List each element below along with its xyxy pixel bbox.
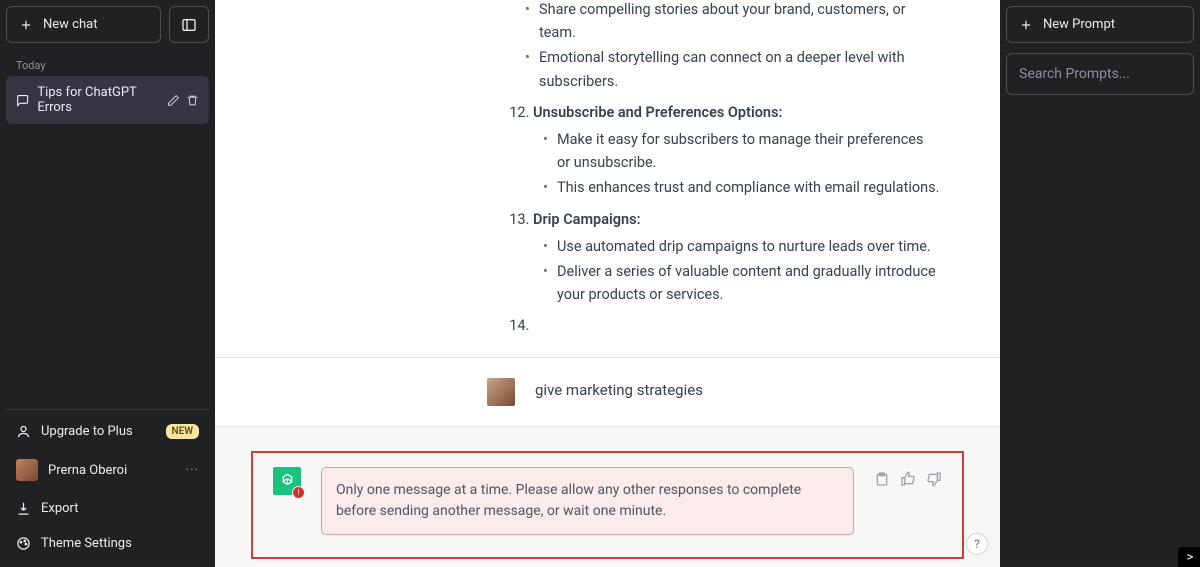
list-item bbox=[533, 314, 940, 337]
list-item-title: Unsubscribe and Preferences Options: bbox=[533, 104, 782, 121]
upgrade-button[interactable]: Upgrade to Plus NEW bbox=[6, 414, 209, 449]
list-bullet: Make it easy for subscribers to manage t… bbox=[547, 128, 940, 174]
user-message-text: give marketing strategies bbox=[535, 378, 703, 406]
right-sidebar: New Prompt > bbox=[1000, 0, 1200, 567]
theme-button[interactable]: Theme Settings bbox=[6, 526, 209, 561]
upgrade-label: Upgrade to Plus bbox=[41, 424, 133, 439]
left-sidebar: New chat Today Tips for ChatGPT Errors U… bbox=[0, 0, 215, 567]
collapse-sidebar-button[interactable] bbox=[169, 6, 209, 43]
list-bullet: This enhances trust and compliance with … bbox=[547, 176, 940, 199]
main-panel: Share compelling stories about your bran… bbox=[215, 0, 1000, 567]
section-today: Today bbox=[6, 51, 209, 76]
assistant-avatar: ! bbox=[273, 467, 301, 495]
plus-icon bbox=[19, 18, 33, 32]
more-icon[interactable]: ··· bbox=[186, 463, 199, 478]
user-menu[interactable]: Prerna Oberoi ··· bbox=[6, 449, 209, 491]
user-icon bbox=[16, 424, 31, 439]
download-icon bbox=[16, 501, 31, 516]
theme-label: Theme Settings bbox=[41, 536, 132, 551]
help-button[interactable]: ? bbox=[966, 533, 988, 555]
list-item-title: Drip Campaigns: bbox=[533, 211, 641, 228]
new-prompt-label: New Prompt bbox=[1043, 17, 1115, 32]
assistant-message: Share compelling stories about your bran… bbox=[215, 0, 1000, 357]
palette-icon bbox=[16, 536, 31, 551]
list-bullet: Share compelling stories about your bran… bbox=[529, 0, 940, 44]
trash-icon[interactable] bbox=[186, 94, 199, 107]
new-chat-button[interactable]: New chat bbox=[6, 6, 161, 43]
export-button[interactable]: Export bbox=[6, 491, 209, 526]
chat-item-label: Tips for ChatGPT Errors bbox=[37, 85, 159, 115]
list-item: Drip Campaigns: Use automated drip campai… bbox=[533, 208, 940, 307]
panel-icon bbox=[181, 17, 197, 33]
list-bullet: Emotional storytelling can connect on a … bbox=[529, 46, 940, 92]
thumbs-down-icon[interactable] bbox=[926, 471, 942, 487]
list-bullet: Use automated drip campaigns to nurture … bbox=[547, 235, 940, 258]
chat-item[interactable]: Tips for ChatGPT Errors bbox=[6, 76, 209, 124]
error-highlight: ! Only one message at a time. Please all… bbox=[251, 451, 964, 559]
edit-icon[interactable] bbox=[167, 94, 180, 107]
error-section: ! Only one message at a time. Please all… bbox=[215, 426, 1000, 567]
error-badge-icon: ! bbox=[292, 486, 305, 499]
new-prompt-button[interactable]: New Prompt bbox=[1006, 6, 1194, 43]
user-avatar bbox=[487, 378, 515, 406]
new-badge: NEW bbox=[166, 424, 200, 439]
list-bullet: Deliver a series of valuable content and… bbox=[547, 260, 940, 306]
avatar bbox=[16, 459, 38, 481]
list-item: Share compelling stories about your bran… bbox=[515, 0, 940, 93]
user-message-row: give marketing strategies bbox=[215, 357, 1000, 426]
terminal-chip[interactable]: > bbox=[1178, 547, 1200, 567]
list-item: Unsubscribe and Preferences Options: Make… bbox=[533, 101, 940, 200]
new-chat-label: New chat bbox=[43, 17, 97, 32]
user-name: Prerna Oberoi bbox=[48, 463, 127, 478]
error-message-box: Only one message at a time. Please allow… bbox=[321, 467, 854, 535]
search-prompts-input[interactable] bbox=[1006, 53, 1194, 95]
thumbs-up-icon[interactable] bbox=[900, 471, 916, 487]
clipboard-icon[interactable] bbox=[874, 471, 890, 487]
chat-icon bbox=[16, 93, 29, 108]
export-label: Export bbox=[41, 501, 79, 516]
plus-icon bbox=[1019, 18, 1033, 32]
